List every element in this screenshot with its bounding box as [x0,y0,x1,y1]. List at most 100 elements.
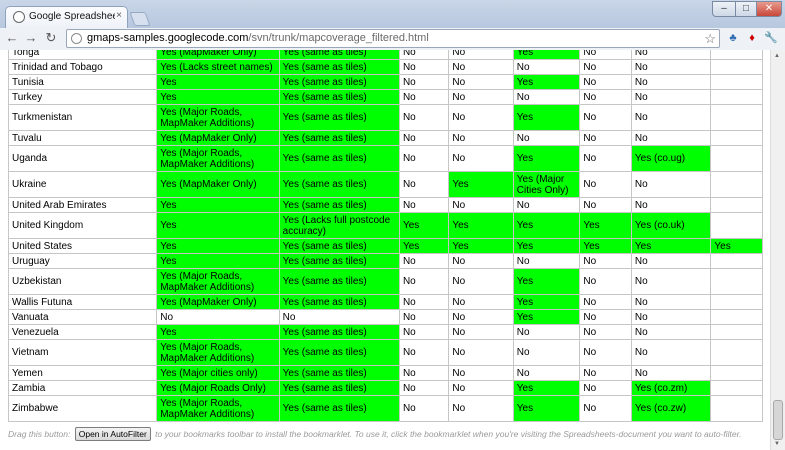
country-cell: Turkey [7,89,158,105]
table-row: Venezuela Yes Yes (same as tiles) No No No No N… [7,324,763,340]
coverage-cell: No [398,74,450,90]
window-titlebar: Google Spreadsheets Autofi × – □ ✕ [0,0,785,28]
coverage-cell: Yes [512,145,581,172]
coverage-cell: Yes (same as tiles) [278,238,400,254]
coverage-cell: No [630,197,712,213]
new-tab-button[interactable] [129,12,151,26]
coverage-cell: No [579,130,632,146]
country-cell: Yemen [7,365,158,381]
coverage-cell [710,309,763,325]
coverage-cell: No [448,395,514,422]
coverage-cell: No [398,104,450,131]
coverage-cell: Yes [156,74,280,90]
table-row: Ukraine Yes (MapMaker Only) Yes (same as t… [7,171,763,198]
coverage-cell [710,339,763,366]
country-cell: Ukraine [7,171,158,198]
country-cell: Turkmenistan [7,104,158,131]
coverage-cell: No [579,309,632,325]
table-row: Zambia Yes (Major Roads Only) Yes (same as… [7,380,763,396]
tab-close-icon[interactable]: × [116,10,122,21]
coverage-cell: Yes (same as tiles) [278,171,400,198]
coverage-cell: No [579,104,632,131]
coverage-cell: No [512,197,581,213]
coverage-cell: No [448,89,514,105]
coverage-cell: Yes (same as tiles) [278,50,400,60]
minimize-button[interactable]: – [712,1,736,17]
wrench-menu-icon[interactable]: 🔧 [764,31,778,45]
coverage-cell: Yes [512,395,581,422]
close-window-button[interactable]: ✕ [756,1,782,17]
maximize-button[interactable]: □ [735,1,757,17]
coverage-cell: Yes (Major Roads, MapMaker Additions) [156,268,280,295]
scroll-up-arrow-icon[interactable]: ▲ [774,53,780,59]
forward-arrow-icon[interactable]: → [23,30,39,46]
table-row: Vanuata No No No No Yes No No [7,309,763,325]
coverage-cell: Yes (same as tiles) [278,268,400,295]
coverage-cell: No [448,74,514,90]
coverage-cell: No [630,59,712,75]
tab-title: Google Spreadsheets Autofi [29,11,115,22]
coverage-cell: No [398,339,450,366]
coverage-cell: No [278,309,400,325]
page-favicon-icon [13,11,25,23]
coverage-cell: No [398,380,450,396]
instructions-prefix: Drag this button: [8,429,73,439]
coverage-cell: Yes (MapMaker Only) [156,294,280,310]
coverage-cell [710,50,763,60]
table-row: Tuvalu Yes (MapMaker Only) Yes (same as ti… [7,130,763,146]
coverage-cell: No [512,130,581,146]
coverage-cell: No [398,324,450,340]
coverage-cell: No [398,268,450,295]
table-row: Tonga Yes (MapMaker Only) Yes (same as til… [7,50,763,60]
coverage-cell [710,171,763,198]
table-row: Trinidad and Tobago Yes (Lacks street nam… [7,59,763,75]
bookmark-star-icon[interactable]: ☆ [704,31,716,47]
coverage-cell: No [448,380,514,396]
coverage-cell: Yes (Lacks street names) [156,59,280,75]
open-in-autofilter-button[interactable]: Open in AutoFilter [74,427,151,441]
coverage-cell: No [448,104,514,131]
coverage-cell: Yes (Major Roads Only) [156,380,280,396]
coverage-cell: Yes (same as tiles) [278,89,400,105]
coverage-cell: No [398,197,450,213]
coverage-cell: Yes [512,50,581,60]
country-cell: Tonga [7,50,158,60]
coverage-cell: No [512,365,581,381]
python-extension-icon[interactable]: ♣ [726,31,740,45]
scroll-down-arrow-icon[interactable]: ▼ [774,441,780,447]
url-host: gmaps-samples.googlecode.com [87,32,249,44]
coverage-cell: Yes (same as tiles) [278,130,400,146]
lastpass-extension-icon[interactable]: ♦ [745,31,759,45]
reload-icon[interactable]: ↻ [43,30,59,46]
country-cell: Tuvalu [7,130,158,146]
coverage-cell: No [630,130,712,146]
coverage-cell: No [630,74,712,90]
coverage-cell: Yes (co.uk) [630,212,712,239]
coverage-cell: No [448,324,514,340]
coverage-cell [710,324,763,340]
coverage-cell: Yes (same as tiles) [278,365,400,381]
back-arrow-icon[interactable]: ← [4,30,20,46]
coverage-cell: No [448,309,514,325]
coverage-cell: Yes [512,380,581,396]
coverage-cell: No [579,253,632,269]
coverage-cell [710,212,763,239]
coverage-cell: No [398,253,450,269]
vertical-scrollbar[interactable]: ▲ ▼ [770,50,785,450]
coverage-cell: Yes [512,238,581,254]
coverage-cell: No [630,253,712,269]
coverage-cell: No [512,339,581,366]
coverage-cell: No [579,324,632,340]
address-bar[interactable]: gmaps-samples.googlecode.com/svn/trunk/m… [66,29,720,48]
coverage-cell: Yes (Major Roads, MapMaker Additions) [156,395,280,422]
country-cell: Zimbabwe [7,395,158,422]
coverage-cell [710,130,763,146]
coverage-cell: No [579,171,632,198]
coverage-cell: No [156,309,280,325]
coverage-cell: Yes [156,197,280,213]
coverage-cell: No [512,89,581,105]
scrollbar-thumb[interactable] [773,400,783,440]
coverage-cell: No [512,59,581,75]
coverage-cell: Yes (co.zm) [630,380,712,396]
browser-tab[interactable]: Google Spreadsheets Autofi × [5,6,128,28]
